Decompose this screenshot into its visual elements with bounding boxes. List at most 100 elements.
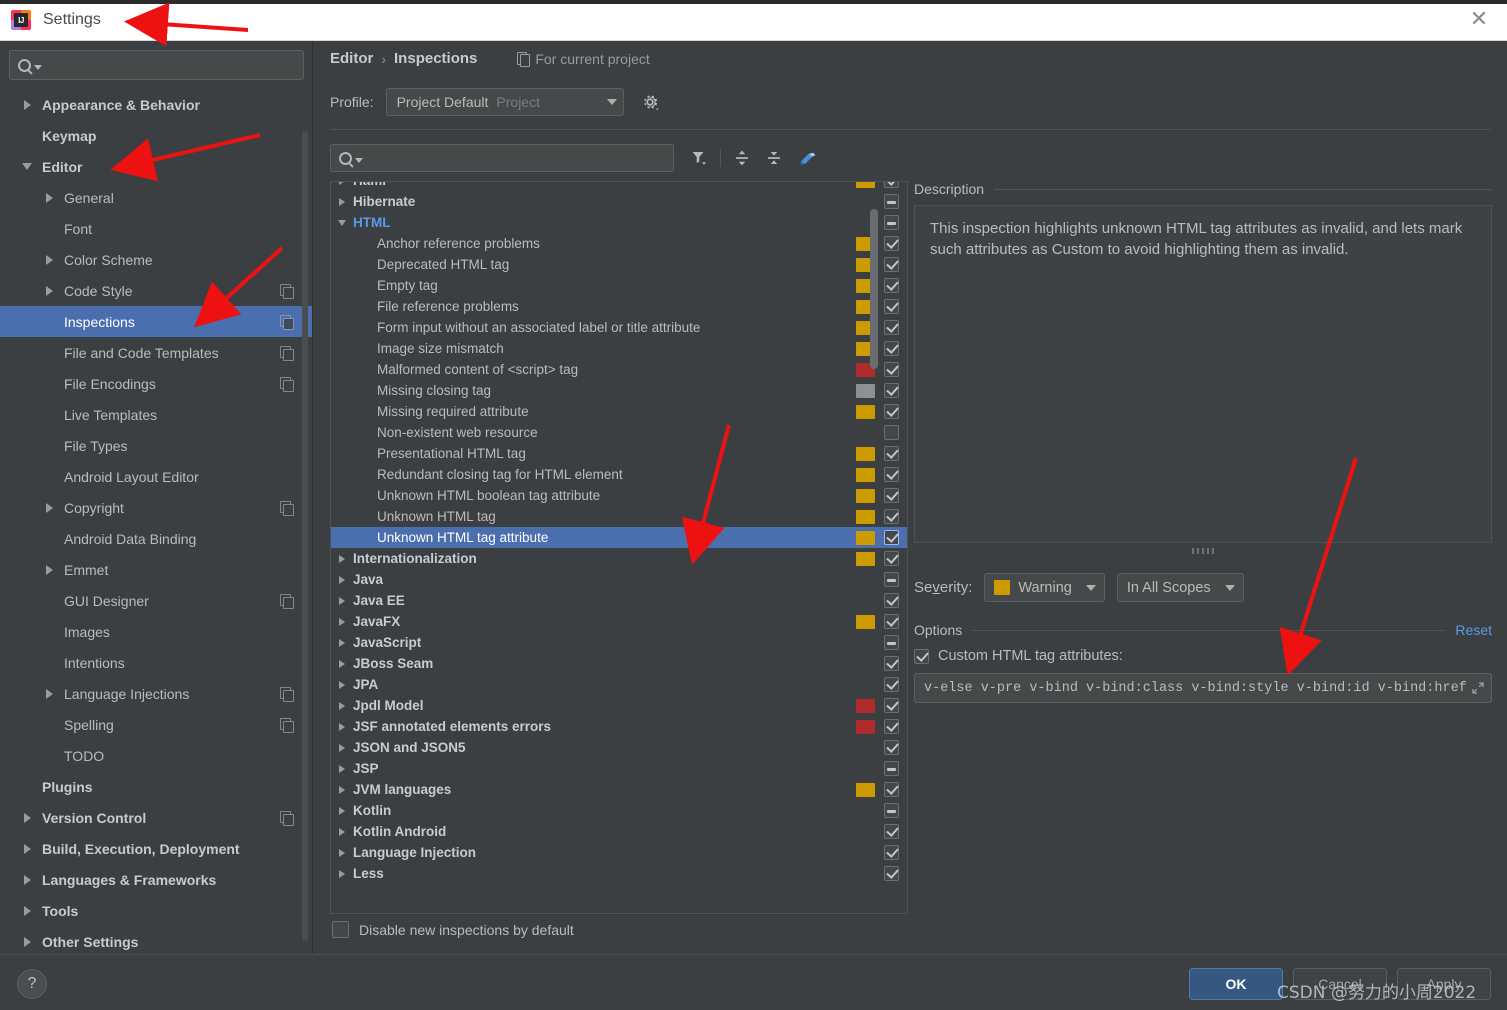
- inspection-row[interactable]: Deprecated HTML tag: [331, 254, 907, 275]
- chevron-right-icon[interactable]: [331, 764, 353, 773]
- inspection-row[interactable]: Kotlin Android: [331, 821, 907, 842]
- severity-dropdown[interactable]: Warning: [984, 573, 1105, 602]
- chevron-right-icon[interactable]: [38, 192, 60, 203]
- inspection-checkbox[interactable]: [884, 635, 899, 650]
- inspection-checkbox[interactable]: [884, 614, 899, 629]
- chevron-right-icon[interactable]: [331, 680, 353, 689]
- inspection-row[interactable]: Presentational HTML tag: [331, 443, 907, 464]
- custom-attributes-row[interactable]: Custom HTML tag attributes:: [914, 648, 1492, 664]
- chevron-right-icon[interactable]: [331, 197, 353, 206]
- inspection-checkbox[interactable]: [884, 761, 899, 776]
- inspection-checkbox[interactable]: [884, 383, 899, 398]
- inspection-row[interactable]: JVM languages: [331, 779, 907, 800]
- inspection-checkbox[interactable]: [884, 236, 899, 251]
- chevron-right-icon[interactable]: [331, 848, 353, 857]
- inspection-checkbox[interactable]: [884, 656, 899, 671]
- inspection-checkbox[interactable]: [884, 530, 899, 545]
- inspection-row[interactable]: Language Injection: [331, 842, 907, 863]
- inspection-row[interactable]: JBoss Seam: [331, 653, 907, 674]
- inspection-checkbox[interactable]: [884, 299, 899, 314]
- chevron-down-icon[interactable]: [16, 163, 38, 170]
- severity-swatch-warning[interactable]: [856, 509, 875, 524]
- inspection-row[interactable]: JavaFX: [331, 611, 907, 632]
- inspection-checkbox[interactable]: [884, 866, 899, 881]
- inspection-row[interactable]: Redundant closing tag for HTML element: [331, 464, 907, 485]
- chevron-right-icon[interactable]: [331, 701, 353, 710]
- inspection-checkbox[interactable]: [884, 467, 899, 482]
- inspection-checkbox[interactable]: [884, 782, 899, 797]
- inspection-checkbox[interactable]: [884, 509, 899, 524]
- sidebar-item-android-layout-editor[interactable]: Android Layout Editor: [0, 461, 313, 492]
- sidebar-item-gui-designer[interactable]: GUI Designer: [0, 585, 313, 616]
- inspection-checkbox[interactable]: [884, 572, 899, 587]
- inspection-checkbox[interactable]: [884, 446, 899, 461]
- chevron-right-icon[interactable]: [331, 827, 353, 836]
- sidebar-item-appearance-behavior[interactable]: Appearance & Behavior: [0, 89, 313, 120]
- inspection-row[interactable]: Anchor reference problems: [331, 233, 907, 254]
- sidebar-item-other-settings[interactable]: Other Settings: [0, 926, 313, 954]
- sidebar-item-languages-frameworks[interactable]: Languages & Frameworks: [0, 864, 313, 895]
- severity-swatch-warning[interactable]: [856, 182, 875, 188]
- inspection-row[interactable]: Missing closing tag: [331, 380, 907, 401]
- inspection-row[interactable]: Missing required attribute: [331, 401, 907, 422]
- chevron-right-icon[interactable]: [331, 182, 353, 185]
- chevron-right-icon[interactable]: [331, 722, 353, 731]
- severity-swatch-gray[interactable]: [856, 383, 875, 398]
- description-resize-handle[interactable]: [914, 546, 1492, 556]
- scope-dropdown[interactable]: In All Scopes: [1116, 573, 1244, 602]
- disable-new-inspections-row[interactable]: Disable new inspections by default: [332, 921, 574, 938]
- inspection-row[interactable]: Unknown HTML boolean tag attribute: [331, 485, 907, 506]
- inspection-checkbox[interactable]: [884, 677, 899, 692]
- sidebar-item-file-encodings[interactable]: File Encodings: [0, 368, 313, 399]
- gear-icon[interactable]: [640, 92, 660, 112]
- sidebar-item-version-control[interactable]: Version Control: [0, 802, 313, 833]
- inspection-row[interactable]: Haml: [331, 182, 907, 191]
- custom-attributes-field[interactable]: [914, 673, 1492, 703]
- inspection-checkbox[interactable]: [884, 719, 899, 734]
- collapse-all-icon[interactable]: [759, 144, 789, 172]
- inspection-row[interactable]: JSF annotated elements errors: [331, 716, 907, 737]
- sidebar-scrollbar[interactable]: [302, 131, 308, 941]
- sidebar-item-live-templates[interactable]: Live Templates: [0, 399, 313, 430]
- inspection-row[interactable]: Jpdl Model: [331, 695, 907, 716]
- inspection-row[interactable]: Internationalization: [331, 548, 907, 569]
- inspection-checkbox[interactable]: [884, 257, 899, 272]
- sidebar-item-editor[interactable]: Editor: [0, 151, 313, 182]
- inspection-checkbox[interactable]: [884, 551, 899, 566]
- severity-swatch-error[interactable]: [856, 698, 875, 713]
- chevron-right-icon[interactable]: [331, 596, 353, 605]
- inspection-row[interactable]: Form input without an associated label o…: [331, 317, 907, 338]
- chevron-right-icon[interactable]: [331, 554, 353, 563]
- inspection-search-box[interactable]: [330, 144, 674, 172]
- sidebar-item-general[interactable]: General: [0, 182, 313, 213]
- chevron-right-icon[interactable]: [331, 638, 353, 647]
- inspection-checkbox[interactable]: [884, 593, 899, 608]
- inspection-row[interactable]: Java: [331, 569, 907, 590]
- sidebar-item-language-injections[interactable]: Language Injections: [0, 678, 313, 709]
- ok-button[interactable]: OK: [1189, 968, 1283, 1000]
- inspection-checkbox[interactable]: [884, 824, 899, 839]
- inspection-checkbox[interactable]: [884, 488, 899, 503]
- sidebar-item-copyright[interactable]: Copyright: [0, 492, 313, 523]
- filter-funnel-icon[interactable]: [684, 144, 714, 172]
- inspection-checkbox[interactable]: [884, 803, 899, 818]
- inspection-row[interactable]: Kotlin: [331, 800, 907, 821]
- inspection-row[interactable]: Unknown HTML tag: [331, 506, 907, 527]
- search-input[interactable]: [42, 57, 295, 73]
- severity-swatch-warning[interactable]: [856, 446, 875, 461]
- sidebar-item-plugins[interactable]: Plugins: [0, 771, 313, 802]
- inspection-row[interactable]: Image size mismatch: [331, 338, 907, 359]
- chevron-right-icon[interactable]: [38, 688, 60, 699]
- sidebar-item-images[interactable]: Images: [0, 616, 313, 647]
- inspection-row[interactable]: Non-existent web resource: [331, 422, 907, 443]
- chevron-right-icon[interactable]: [38, 502, 60, 513]
- chevron-right-icon[interactable]: [38, 254, 60, 265]
- inspection-row[interactable]: Java EE: [331, 590, 907, 611]
- chevron-down-icon[interactable]: [331, 219, 353, 226]
- severity-swatch-warning[interactable]: [856, 488, 875, 503]
- sidebar-item-tools[interactable]: Tools: [0, 895, 313, 926]
- sidebar-item-emmet[interactable]: Emmet: [0, 554, 313, 585]
- inspection-checkbox[interactable]: [884, 698, 899, 713]
- breadcrumb-parent[interactable]: Editor: [330, 50, 373, 67]
- severity-swatch-error[interactable]: [856, 719, 875, 734]
